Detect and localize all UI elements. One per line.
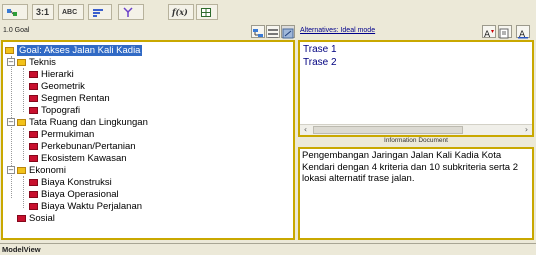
bar-graph-button[interactable] [88, 4, 112, 20]
subcriterion-icon [29, 154, 38, 162]
subcriterion-ekosistem[interactable]: Ekosistem Kawasan [29, 152, 127, 164]
subcriterion-geometrik[interactable]: Geometrik [29, 80, 85, 92]
formula-icon: f(x) [172, 7, 188, 17]
subcriterion-hierarki[interactable]: Hierarki [29, 68, 74, 80]
criterion-label: Tata Ruang dan Lingkungan [29, 116, 148, 128]
subcriterion-biaya-waktu[interactable]: Biaya Waktu Perjalanan [29, 200, 142, 212]
font-style-button[interactable]: A [516, 25, 530, 40]
subcriterion-biaya-operasional[interactable]: Biaya Operasional [29, 188, 119, 200]
subcriterion-segmen-rentan[interactable]: Segmen Rentan [29, 92, 110, 104]
subcriterion-icon [29, 142, 38, 150]
collapse-ekonomi-toggle[interactable]: − [7, 166, 15, 174]
subcriterion-icon [29, 70, 38, 78]
collapse-tata-ruang-toggle[interactable]: − [7, 118, 15, 126]
subcriterion-icon [29, 178, 38, 186]
svg-text:A: A [484, 30, 491, 39]
collapse-teknis-toggle[interactable]: − [7, 58, 15, 66]
goal-node[interactable]: Goal: Akses Jalan Kali Kadia [5, 44, 143, 56]
split-icon [122, 6, 134, 18]
goal-label: Goal: Akses Jalan Kali Kadia [17, 44, 143, 56]
information-document-label: Information Document [384, 137, 448, 144]
split-button[interactable] [118, 4, 144, 20]
subcriterion-label: Perkebunan/Pertanian [41, 140, 136, 152]
tree-view-button[interactable] [251, 25, 265, 38]
distributive-mode-button[interactable] [2, 4, 28, 20]
goal-icon [5, 46, 14, 54]
model-options-button[interactable] [281, 25, 295, 39]
subcriterion-label: Hierarki [41, 68, 74, 80]
criterion-icon [17, 58, 26, 66]
divider [0, 243, 536, 244]
scroll-right-icon[interactable]: › [521, 125, 532, 135]
subcriterion-topografi[interactable]: Topografi [29, 104, 80, 116]
criterion-label: Teknis [29, 56, 56, 68]
subcriterion-label: Biaya Operasional [41, 188, 119, 200]
bar-graph-icon [92, 7, 104, 18]
criterion-icon [17, 118, 26, 126]
information-document-text[interactable]: Pengembangan Jaringan Jalan Kali Kadia K… [298, 147, 534, 240]
alternative-item[interactable]: Trase 1 [303, 44, 337, 55]
formula-button[interactable]: f(x) [168, 4, 194, 20]
alternatives-header: Alternatives: Ideal mode A A [296, 24, 536, 40]
criterion-label: Ekonomi [29, 164, 66, 176]
subcriterion-label: Biaya Konstruksi [41, 176, 112, 188]
font-size-button[interactable]: A [482, 25, 496, 40]
tree-connector [23, 68, 24, 112]
subcriterion-icon [29, 130, 38, 138]
subcriterion-perkebunan[interactable]: Perkebunan/Pertanian [29, 140, 136, 152]
subcriterion-icon [29, 202, 38, 210]
goal-tree-panel: Goal: Akses Jalan Kali Kadia − Teknis Hi… [1, 40, 295, 240]
subcriterion-label: Segmen Rentan [41, 92, 110, 104]
tree-connector [23, 176, 24, 208]
subcriterion-label: Biaya Waktu Perjalanan [41, 200, 143, 212]
subcriterion-icon [29, 94, 38, 102]
criterion-tata-ruang[interactable]: Tata Ruang dan Lingkungan [17, 116, 148, 128]
subcriterion-label: Geometrik [41, 80, 85, 92]
goal-header: 1.0 Goal [0, 24, 295, 40]
subcriterion-label: Ekosistem Kawasan [41, 152, 127, 164]
abc-label: ABC [62, 8, 78, 16]
subcriterion-icon [29, 190, 38, 198]
horizontal-scrollbar[interactable]: ‹ › [300, 124, 532, 135]
node-list-button[interactable] [266, 25, 280, 38]
criterion-icon [17, 214, 26, 222]
alternatives-mode-link[interactable]: Alternatives: Ideal mode [300, 27, 375, 34]
criterion-icon [17, 166, 26, 174]
subcriterion-label: Topografi [41, 104, 81, 116]
alternative-item[interactable]: Trase 2 [303, 57, 337, 68]
criterion-sosial[interactable]: Sosial [17, 212, 55, 224]
criterion-teknis[interactable]: Teknis [17, 56, 56, 68]
subcriterion-icon [29, 82, 38, 90]
model-view-label: ModelView [2, 245, 41, 254]
grid-button[interactable] [196, 4, 218, 20]
grid-icon [200, 7, 212, 18]
subcriterion-icon [29, 106, 38, 114]
scroll-left-icon[interactable]: ‹ [300, 125, 311, 135]
document-view-button[interactable] [498, 25, 512, 39]
criterion-label: Sosial [29, 212, 55, 224]
ratio-label: 3:1 [36, 7, 50, 17]
scroll-thumb[interactable] [313, 126, 463, 134]
distributive-mode-icon [6, 7, 18, 18]
ratio-button[interactable]: 3:1 [32, 4, 54, 20]
alternatives-panel: Trase 1 Trase 2 ‹ › [298, 40, 534, 137]
criterion-ekonomi[interactable]: Ekonomi [17, 164, 66, 176]
subcriterion-label: Permukiman [41, 128, 95, 140]
abc-button[interactable]: ABC [58, 4, 84, 20]
toolbar: 3:1 ABC f(x) [0, 0, 536, 24]
goal-caption: 1.0 Goal [3, 27, 30, 34]
tree-connector [23, 128, 24, 160]
tree-connector [11, 56, 12, 198]
subcriterion-biaya-konstruksi[interactable]: Biaya Konstruksi [29, 176, 112, 188]
subcriterion-permukiman[interactable]: Permukiman [29, 128, 94, 140]
